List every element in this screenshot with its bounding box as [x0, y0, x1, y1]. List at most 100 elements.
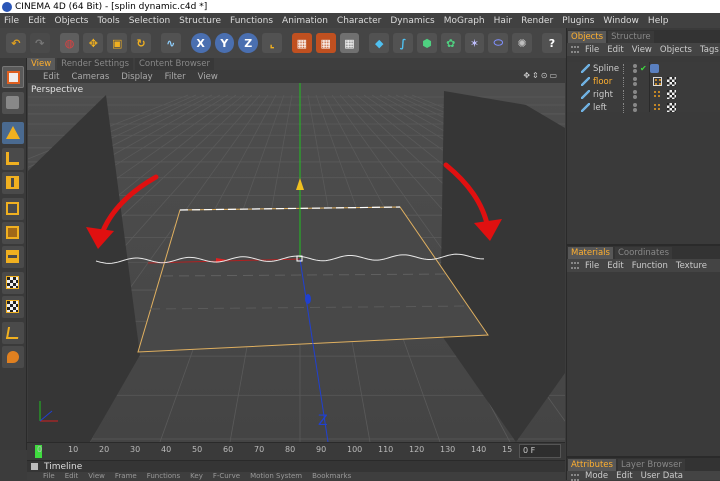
spline-icon[interactable]: ∿	[160, 33, 181, 53]
render-settings-icon[interactable]: ▦	[339, 33, 360, 53]
dynamics-tag-icon[interactable]	[650, 64, 659, 73]
timeline-menu-edit[interactable]: Edit	[65, 472, 79, 480]
undo-icon[interactable]: ↶	[6, 33, 26, 53]
model-mode-icon[interactable]	[2, 122, 24, 144]
materials-tab-coordinates[interactable]: Coordinates	[614, 247, 672, 259]
move-icon[interactable]: ✥	[83, 33, 104, 53]
tweak-mode-icon[interactable]	[2, 346, 24, 368]
render-visibility-dot[interactable]	[633, 95, 637, 99]
x-axis-icon[interactable]: X	[190, 33, 211, 53]
y-axis-icon[interactable]: Y	[214, 33, 235, 53]
collider-tag-icon[interactable]	[653, 77, 662, 86]
viewport-menu-filter[interactable]: Filter	[165, 72, 186, 82]
rotate-icon[interactable]: ↻	[131, 33, 151, 53]
render-visibility-dot[interactable]	[633, 69, 637, 73]
viewport-perspective[interactable]: Perspective Z	[28, 83, 565, 442]
objects-tab-structure[interactable]: Structure	[608, 31, 654, 43]
menu-hair[interactable]: Hair	[494, 16, 512, 26]
cube-icon[interactable]: ◆	[369, 33, 390, 53]
menu-file[interactable]: File	[4, 16, 19, 26]
timeline-menu-bookmarks[interactable]: Bookmarks	[312, 472, 351, 480]
object-row-floor[interactable]: floor	[567, 75, 720, 88]
materials-menu-function[interactable]: Function	[632, 261, 668, 271]
materials-menu-texture[interactable]: Texture	[676, 261, 707, 271]
tab-view[interactable]: View	[27, 58, 56, 70]
spline-pen-icon[interactable]: ∫	[393, 33, 413, 53]
texture-mode-icon[interactable]	[2, 272, 24, 294]
attributes-menu-mode[interactable]: Mode	[585, 471, 608, 481]
menu-edit[interactable]: Edit	[28, 16, 45, 26]
viewport-nav-icons[interactable]: ✥⇕⊙▭	[523, 71, 559, 80]
viewport-menu-cameras[interactable]: Cameras	[71, 72, 109, 82]
objects-menu-edit[interactable]: Edit	[607, 45, 623, 55]
array-icon[interactable]: ✿	[440, 33, 461, 53]
timeline-ruler[interactable]: 0 F 0 10 20 30 40 50 60 70 80 90 100 110 120 130 140 15	[27, 442, 565, 460]
timeline-menu-f-curve[interactable]: F-Curve	[213, 472, 240, 480]
nurbs-icon[interactable]: ⬢	[417, 33, 437, 53]
redo-icon[interactable]: ↷	[29, 33, 50, 53]
object-row-right[interactable]: right	[567, 88, 720, 101]
editor-visibility-dot[interactable]	[633, 64, 637, 68]
render-view-icon[interactable]: ▦	[291, 33, 312, 53]
menu-window[interactable]: Window	[603, 16, 639, 26]
objects-tab-objects[interactable]: Objects	[568, 31, 607, 43]
uv-mode-icon[interactable]	[2, 246, 24, 268]
timeline-menu-key[interactable]: Key	[190, 472, 203, 480]
render-visibility-dot[interactable]	[633, 82, 637, 86]
timeline-menu-file[interactable]: File	[43, 472, 55, 480]
scale-icon[interactable]: ▣	[107, 33, 128, 53]
object-name[interactable]: Spline	[593, 64, 619, 74]
viewport-menu-edit[interactable]: Edit	[43, 72, 59, 82]
attributes-menu-edit[interactable]: Edit	[616, 471, 632, 481]
enabled-check-icon[interactable]: ✔	[640, 64, 647, 73]
materials-menu-file[interactable]: File	[585, 261, 599, 271]
object-name[interactable]: left	[593, 103, 607, 113]
edit-mode-icon[interactable]	[2, 92, 24, 114]
timeline-menu-motion-system[interactable]: Motion System	[250, 472, 302, 480]
timeline-grip-icon[interactable]	[31, 463, 38, 470]
menu-objects[interactable]: Objects	[55, 16, 89, 26]
menu-functions[interactable]: Functions	[230, 16, 273, 26]
polygons-mode-icon[interactable]	[2, 222, 24, 244]
editor-visibility-dot[interactable]	[633, 103, 637, 107]
object-row-spline[interactable]: Spline ✔	[567, 62, 720, 75]
current-frame-field[interactable]: 0 F	[519, 444, 561, 458]
editor-visibility-dot[interactable]	[633, 77, 637, 81]
viewport-menu-display[interactable]: Display	[121, 72, 152, 82]
menu-tools[interactable]: Tools	[98, 16, 120, 26]
menu-character[interactable]: Character	[337, 16, 381, 26]
deformer-icon[interactable]: ✶	[464, 33, 485, 53]
menu-render[interactable]: Render	[521, 16, 553, 26]
collider-tag-icon[interactable]	[653, 90, 662, 99]
texture-tag-icon[interactable]	[667, 77, 676, 86]
edges-mode-icon[interactable]	[2, 198, 24, 220]
object-name[interactable]: right	[593, 90, 613, 100]
attributes-tab-layer-browser[interactable]: Layer Browser	[617, 459, 685, 471]
menu-dynamics[interactable]: Dynamics	[390, 16, 434, 26]
viewport-menu-view[interactable]: View	[198, 72, 218, 82]
render-picture-viewer-icon[interactable]: ▦	[315, 33, 336, 53]
render-visibility-dot[interactable]	[633, 108, 637, 112]
scene-icon[interactable]: ⬭	[488, 33, 509, 53]
z-axis-icon[interactable]: Z	[238, 33, 259, 53]
menu-plugins[interactable]: Plugins	[562, 16, 594, 26]
texture-tag-icon[interactable]	[667, 90, 676, 99]
z-axis-handle[interactable]	[305, 294, 311, 304]
objects-menu-tags[interactable]: Tags	[700, 45, 719, 55]
live-selection-icon[interactable]: ◍	[59, 33, 80, 53]
points-mode-icon[interactable]	[2, 172, 24, 194]
light-icon[interactable]: ✺	[512, 33, 533, 53]
snap-icon[interactable]	[2, 322, 24, 344]
menu-animation[interactable]: Animation	[282, 16, 328, 26]
timeline-menu-view[interactable]: View	[88, 472, 105, 480]
attributes-menu-user-data[interactable]: User Data	[641, 471, 683, 481]
workplane-mode-icon[interactable]	[2, 296, 24, 318]
menu-structure[interactable]: Structure	[179, 16, 221, 26]
materials-tab-materials[interactable]: Materials	[568, 247, 613, 259]
object-row-left[interactable]: left	[567, 101, 720, 114]
help-icon[interactable]: ?	[542, 33, 562, 53]
menu-mograph[interactable]: MoGraph	[444, 16, 485, 26]
timeline-menu-frame[interactable]: Frame	[115, 472, 137, 480]
materials-menu-edit[interactable]: Edit	[607, 261, 623, 271]
menu-selection[interactable]: Selection	[129, 16, 170, 26]
